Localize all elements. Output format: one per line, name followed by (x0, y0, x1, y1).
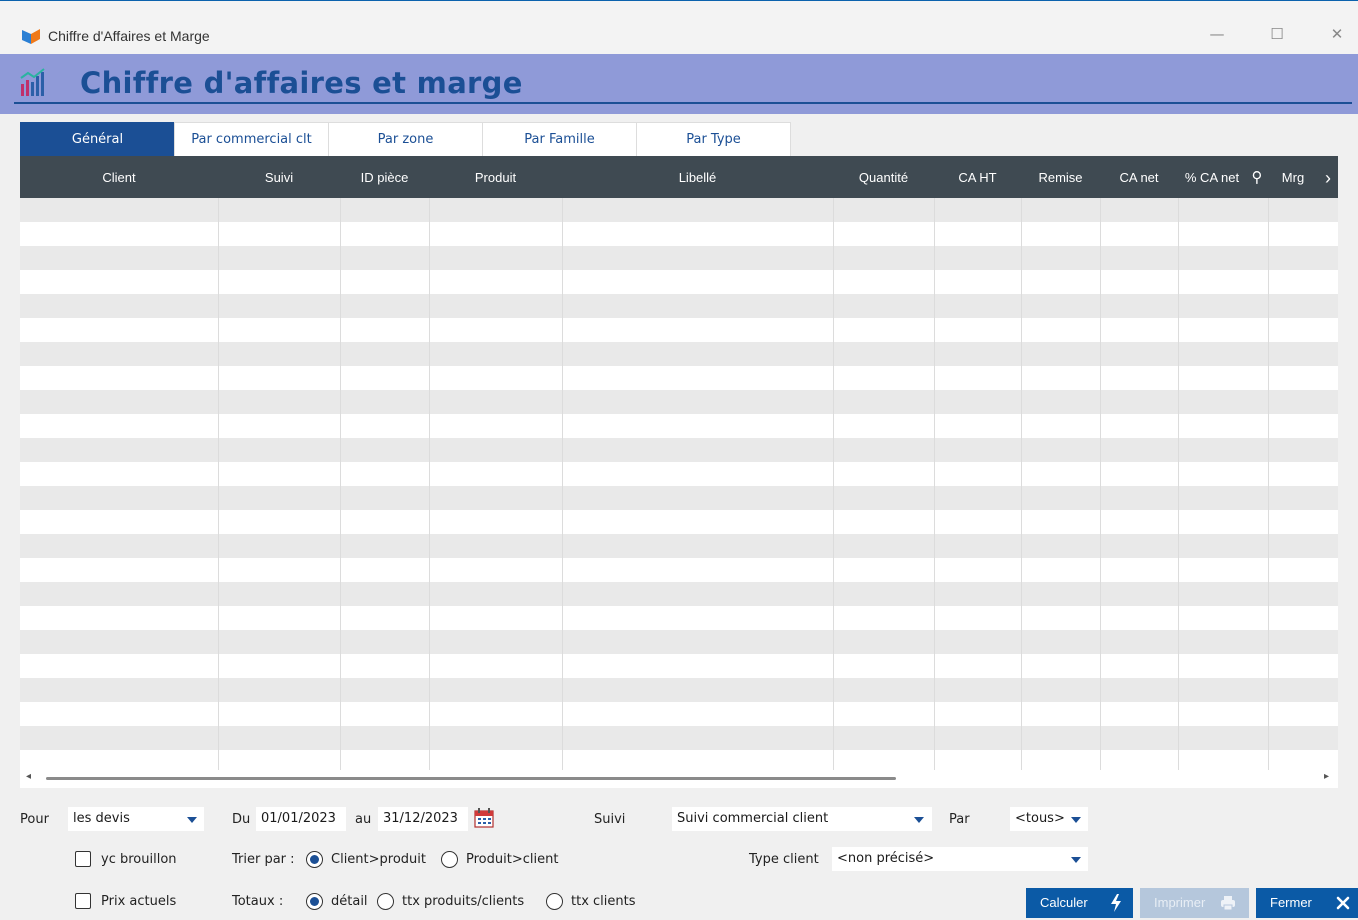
tab-par-type[interactable]: Par Type (636, 122, 791, 156)
suivi-select-value: Suivi commercial client (677, 811, 829, 826)
column-divider (340, 198, 341, 770)
sort-produit-client-label: Produit>client (466, 852, 559, 867)
tab-par-commercial[interactable]: Par commercial clt (174, 122, 329, 156)
totaux-detail-radio[interactable] (306, 893, 323, 910)
calculer-button[interactable]: Calculer (1026, 888, 1133, 918)
app-logo-icon (22, 29, 40, 44)
totaux-produits-clients-radio[interactable] (377, 893, 394, 910)
header-divider (14, 102, 1352, 104)
column-divider (218, 198, 219, 770)
par-select-value: <tous> (1015, 811, 1065, 826)
scroll-left-icon[interactable]: ◂ (26, 771, 31, 782)
pour-select-value: les devis (73, 811, 130, 826)
column-divider (833, 198, 834, 770)
fermer-button-label: Fermer (1270, 895, 1312, 910)
page-header: Chiffre d'affaires et marge (0, 54, 1358, 114)
yc-brouillon-checkbox[interactable] (75, 851, 91, 867)
totaux-detail-label: détail (331, 894, 368, 909)
tab-par-zone[interactable]: Par zone (328, 122, 483, 156)
imprimer-button-label: Imprimer (1154, 895, 1206, 910)
column-divider (934, 198, 935, 770)
horizontal-scrollbar[interactable]: ◂ ▸ (20, 770, 1338, 788)
chevron-down-icon[interactable] (1071, 817, 1081, 823)
column-header-quantite[interactable]: Quantité (833, 156, 934, 198)
scroll-right-icon[interactable]: ▸ (1324, 771, 1329, 782)
title-bar: Chiffre d'Affaires et Marge — ☐ ✕ (0, 0, 1358, 54)
calendar-icon[interactable] (473, 808, 495, 828)
column-header-suivi[interactable]: Suivi (218, 156, 340, 198)
close-window-button[interactable]: ✕ (1322, 22, 1352, 46)
close-icon (1336, 896, 1350, 910)
page-title: Chiffre d'affaires et marge (80, 66, 523, 100)
chevron-down-icon[interactable] (1071, 857, 1081, 863)
type-client-label: Type client (749, 852, 819, 867)
totaux-produits-clients-label: ttx produits/clients (402, 894, 525, 909)
type-client-select[interactable]: <non précisé> (832, 847, 1088, 871)
tab-general[interactable]: Général (20, 122, 175, 156)
totaux-clients-label: ttx clients (571, 894, 636, 909)
pour-label: Pour (20, 812, 49, 827)
yc-brouillon-label: yc brouillon (101, 852, 177, 867)
column-divider (1021, 198, 1022, 770)
totaux-clients-radio[interactable] (546, 893, 563, 910)
date-from-value: 01/01/2023 (261, 811, 336, 826)
column-divider (429, 198, 430, 770)
sort-client-produit-radio[interactable] (306, 851, 323, 868)
printer-icon (1221, 896, 1235, 911)
sort-client-produit-label: Client>produit (331, 852, 426, 867)
tab-par-famille[interactable]: Par Famille (482, 122, 637, 156)
du-label: Du (232, 812, 251, 827)
column-header-produit[interactable]: Produit (429, 156, 562, 198)
chevron-down-icon[interactable] (914, 817, 924, 823)
window-title: Chiffre d'Affaires et Marge (48, 28, 210, 44)
type-client-select-value: <non précisé> (837, 851, 935, 866)
fermer-button[interactable]: Fermer (1256, 888, 1358, 918)
prix-actuels-label: Prix actuels (101, 894, 177, 909)
column-divider (1100, 198, 1101, 770)
par-label: Par (949, 812, 970, 827)
column-divider (562, 198, 563, 770)
table-header: Client Suivi ID pièce Produit Libellé Qu… (20, 156, 1338, 198)
scrollbar-thumb[interactable] (46, 777, 896, 780)
column-header-id-piece[interactable]: ID pièce (340, 156, 429, 198)
chevron-down-icon[interactable] (187, 817, 197, 823)
sort-produit-client-radio[interactable] (441, 851, 458, 868)
minimize-button[interactable]: — (1202, 22, 1232, 46)
column-header-libelle[interactable]: Libellé (562, 156, 833, 198)
column-divider (1178, 198, 1179, 770)
maximize-button[interactable]: ☐ (1262, 22, 1292, 46)
scroll-columns-right-icon[interactable]: › (1318, 156, 1338, 198)
trier-par-label: Trier par : (232, 852, 295, 867)
suivi-select[interactable]: Suivi commercial client (672, 807, 932, 831)
pour-select[interactable]: les devis (68, 807, 204, 831)
au-label: au (355, 812, 372, 827)
date-from-input[interactable]: 01/01/2023 (256, 807, 346, 831)
lightning-icon (1111, 894, 1121, 912)
totaux-label: Totaux : (232, 894, 284, 909)
results-table[interactable]: Client Suivi ID pièce Produit Libellé Qu… (20, 156, 1338, 770)
column-header-ca-net[interactable]: CA net (1100, 156, 1178, 198)
column-header-remise[interactable]: Remise (1021, 156, 1100, 198)
chart-bars-icon (20, 68, 45, 96)
column-divider (1268, 198, 1269, 770)
date-to-value: 31/12/2023 (383, 811, 458, 826)
prix-actuels-checkbox[interactable] (75, 893, 91, 909)
imprimer-button[interactable]: Imprimer (1140, 888, 1249, 918)
column-header-mrg[interactable]: Mrg (1268, 156, 1318, 198)
column-header-pct-ca-net[interactable]: % CA net (1178, 156, 1246, 198)
column-header-client[interactable]: Client (20, 156, 218, 198)
calculer-button-label: Calculer (1040, 895, 1088, 910)
suivi-label: Suivi (594, 812, 626, 827)
tab-bar: Général Par commercial clt Par zone Par … (20, 122, 791, 156)
date-to-input[interactable]: 31/12/2023 (378, 807, 468, 831)
column-header-ca-ht[interactable]: CA HT (934, 156, 1021, 198)
search-icon[interactable]: ⚲ (1246, 156, 1268, 198)
